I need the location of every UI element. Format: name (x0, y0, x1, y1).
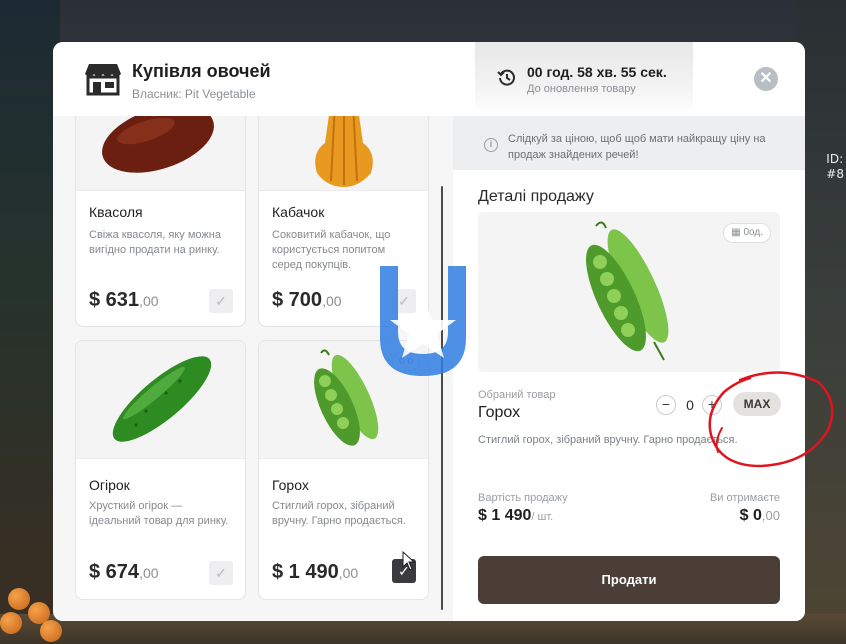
product-card-beans[interactable]: Квасоля Свіжа квасоля, яку можна вигідно… (75, 116, 246, 327)
orange-decoration (0, 612, 22, 634)
orange-decoration (8, 588, 30, 610)
bean-icon (102, 116, 214, 173)
selected-item-name: Горох (478, 404, 521, 421)
product-price: $ 1 490,00 (272, 561, 359, 583)
product-card-cucumber[interactable]: Огірок Хрусткий огірок — ідеальний товар… (75, 340, 246, 600)
product-image (259, 116, 428, 191)
watermark-logo (380, 266, 466, 376)
product-name: Кабачок (272, 204, 325, 220)
product-description: Стиглий горох, зібраний вручну. Гарно пр… (272, 500, 406, 527)
grid-icon: ▦ (731, 227, 744, 238)
player-id-label: ID: #8 (826, 152, 844, 181)
selected-item-label: Обраний товар (478, 389, 556, 401)
grid-scrollbar[interactable] (441, 186, 443, 610)
quantity-decrease-button[interactable]: − (656, 395, 676, 415)
orange-decoration (40, 620, 62, 642)
mouse-cursor-icon (402, 551, 416, 571)
timer-value: 00 год. 58 хв. 55 сек. (527, 64, 667, 80)
selected-item-description: Стиглий горох, зібраний вручну. Гарно пр… (478, 434, 738, 446)
check-icon: ✓ (215, 293, 227, 309)
product-description: Свіжа квасоля, яку можна вигідно продати… (89, 229, 221, 256)
modal-header: Купівля овочей Власник: Pit Vegetable 00… (53, 42, 805, 116)
details-title: Деталі продажу (478, 188, 594, 205)
squash-icon (315, 116, 373, 187)
sell-button[interactable]: Продати (478, 556, 780, 604)
timer-caption: До оновлення товару (527, 83, 636, 95)
units-badge: ▦ 0од. (723, 223, 771, 243)
product-price: $ 631,00 (89, 289, 159, 311)
sale-cost-label: Вартість продажу (478, 492, 568, 504)
receive-value: $ 0,00 (739, 507, 780, 524)
refresh-timer: 00 год. 58 хв. 55 сек. До оновлення това… (475, 42, 693, 116)
product-name: Горох (272, 477, 309, 493)
selected-product-image: ▦ 0од. (478, 212, 780, 372)
history-clock-icon (497, 69, 515, 86)
shop-icon (85, 64, 121, 96)
select-checkbox[interactable]: ✓ (209, 289, 233, 313)
product-price: $ 700,00 (272, 289, 342, 311)
receive-label: Ви отримаєте (709, 492, 780, 504)
cucumber-icon (112, 356, 212, 442)
product-name: Квасоля (89, 204, 143, 220)
product-image (76, 341, 245, 459)
product-name: Огірок (89, 477, 130, 493)
quantity-value[interactable]: 0 (682, 397, 698, 413)
product-image (76, 116, 245, 191)
product-description: Хрусткий огірок — ідеальний товар для ри… (89, 500, 229, 527)
shop-owner: Власник: Pit Vegetable (132, 87, 256, 101)
price-tip-text: Слідкуй за ціною, щоб щоб мати найкращу … (508, 133, 766, 161)
annotation-circle (708, 371, 834, 468)
check-icon: ✓ (215, 565, 227, 581)
close-icon: ✕ (759, 70, 773, 87)
info-icon: i (484, 138, 498, 152)
page-title: Купівля овочей (132, 61, 271, 81)
product-price: $ 674,00 (89, 561, 159, 583)
close-button[interactable]: ✕ (754, 67, 778, 91)
select-checkbox[interactable]: ✓ (209, 561, 233, 585)
price-tip: i Слідкуй за ціною, щоб щоб мати найкращ… (453, 116, 805, 170)
game-background-left (0, 0, 60, 644)
sale-cost-value: $ 1 490/ шт. (478, 507, 554, 524)
